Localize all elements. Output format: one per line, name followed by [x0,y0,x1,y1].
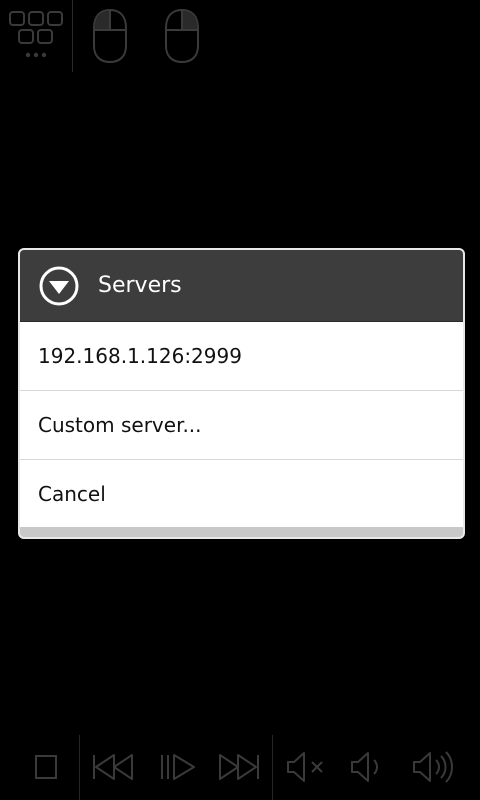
volume-down-icon[interactable] [346,747,394,789]
mouse-right-button-icon[interactable] [162,8,202,64]
keypad-icon[interactable] [8,10,64,62]
server-item-192-168-1-126[interactable]: 192.168.1.126:2999 [20,322,463,391]
top-toolbar [0,0,480,72]
dialog-header: Servers [20,250,463,322]
media-divider [272,735,273,800]
mouse-left-button-icon[interactable] [90,8,130,64]
previous-track-icon[interactable] [88,747,136,789]
dialog-title: Servers [98,273,182,298]
toolbar-divider [72,0,73,72]
cancel-item[interactable]: Cancel [20,460,463,528]
volume-up-icon[interactable] [410,747,458,789]
next-track-icon[interactable] [216,747,264,789]
mute-icon[interactable] [282,747,330,789]
servers-dialog: Servers 192.168.1.126:2999 Custom server… [18,248,465,539]
play-pause-icon[interactable] [154,747,202,789]
stop-icon[interactable] [22,747,70,789]
server-list: 192.168.1.126:2999 Custom server... Canc… [20,322,463,528]
dialog-footer [20,527,463,537]
media-divider [79,735,80,800]
chevron-down-circle-icon [39,266,79,306]
media-toolbar [0,735,480,800]
custom-server-item[interactable]: Custom server... [20,391,463,460]
